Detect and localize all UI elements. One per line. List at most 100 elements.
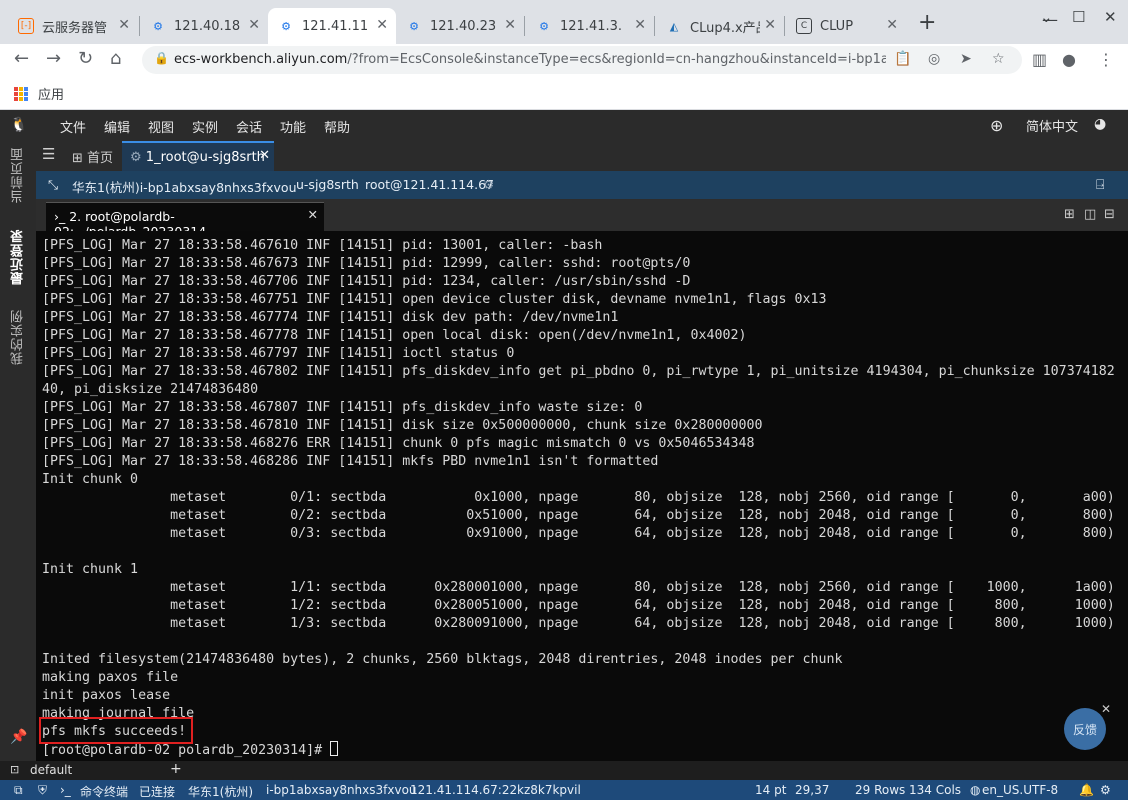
browser-tab-3[interactable]: ⚙ 121.40.23 ✕ xyxy=(396,8,524,44)
expand-icon[interactable]: ⤡ xyxy=(48,177,58,193)
profile-icon[interactable]: ● xyxy=(1062,50,1076,69)
highlight-box xyxy=(39,717,193,744)
terminal-icon: ⚙ xyxy=(281,19,291,33)
close-window-button[interactable]: ✕ xyxy=(1104,8,1117,26)
lock-icon: 🔒 xyxy=(154,51,169,65)
language-selector[interactable]: 简体中文 xyxy=(1026,116,1078,135)
url-host: ecs-workbench.aliyun.com xyxy=(174,52,348,67)
menu-edit[interactable]: 编辑 xyxy=(104,117,130,136)
eye-off-icon[interactable]: ◎ xyxy=(928,51,940,67)
locale[interactable]: en_US.UTF-8 xyxy=(982,783,1058,797)
terminal-line: making journal file xyxy=(42,706,195,721)
split-vertical-icon[interactable]: ◫ xyxy=(1084,207,1096,222)
terminal-icon: ⚙ xyxy=(483,177,495,192)
exit-icon[interactable]: ⍈ xyxy=(1096,177,1104,193)
terminal-line: [PFS_LOG] Mar 27 18:33:58.467802 INF [14… xyxy=(42,364,1115,379)
add-workspace-button[interactable]: + xyxy=(170,761,182,777)
close-icon[interactable]: ✕ xyxy=(504,17,516,33)
browser-tab-6[interactable]: C CLUP ✕ xyxy=(786,8,906,44)
bookmarks-bar: 应用 xyxy=(0,76,1128,110)
terminal-line: [PFS_LOG] Mar 27 18:33:58.467810 INF [14… xyxy=(42,418,763,433)
menu-instance[interactable]: 实例 xyxy=(192,117,218,136)
close-icon[interactable]: ✕ xyxy=(634,17,646,33)
sidebar-item-recent-login[interactable]: 最近登录 xyxy=(9,229,28,285)
close-icon[interactable]: ✕ xyxy=(764,17,776,33)
tab-session[interactable]: ⚙ 1_root@u-sjg8srth ✕ xyxy=(122,141,274,171)
lock-icon[interactable]: ⛨ xyxy=(38,783,47,798)
browser-tab-5[interactable]: ◭ CLup4.x产品 ✕ xyxy=(656,8,784,44)
login-info: root@121.41.114.67 xyxy=(365,177,495,192)
sidebar-item-my-instances[interactable]: 我的实例 xyxy=(9,309,28,365)
split-horizontal-icon[interactable]: ⊟ xyxy=(1104,207,1115,222)
bell-icon[interactable]: 🔔 xyxy=(1079,783,1094,797)
reload-button[interactable]: ↻ xyxy=(78,48,93,69)
terminal-line: Inited filesystem(21474836480 bytes), 2 … xyxy=(42,652,843,667)
pin-icon[interactable]: 📌 xyxy=(10,729,27,745)
window-icon[interactable]: ⧉ xyxy=(14,783,23,798)
browser-tab-title: 121.41.11 xyxy=(302,18,369,34)
clup-icon: ◭ xyxy=(669,19,679,33)
home-button[interactable]: ⌂ xyxy=(110,48,121,69)
close-icon[interactable]: ✕ xyxy=(886,17,898,33)
terminal-tab[interactable]: ›_ 2. root@polardb-02:~/polardb_20230314… xyxy=(46,202,324,239)
browser-tab-2[interactable]: ⚙ 121.41.11 ✕ xyxy=(268,8,396,44)
tab-separator xyxy=(784,16,785,36)
close-icon[interactable]: ✕ xyxy=(1101,702,1111,716)
address-bar[interactable]: 🔒 ecs-workbench.aliyun.com/?from=EcsCons… xyxy=(142,46,1022,74)
maximize-button[interactable]: ☐ xyxy=(1072,8,1085,26)
menu-help[interactable]: 帮助 xyxy=(324,117,350,136)
terminal-icon: ⊡ xyxy=(10,763,20,776)
terminal-line: [PFS_LOG] Mar 27 18:33:58.467706 INF [14… xyxy=(42,274,691,289)
prompt-icon: ›_ xyxy=(60,783,71,797)
browser-tab-0[interactable]: [-] 云服务器管 ✕ xyxy=(8,8,138,44)
settings-icon[interactable]: ⚙ xyxy=(1100,783,1111,797)
workspace-bar: ⊡ default + xyxy=(0,761,1128,780)
close-icon[interactable]: ✕ xyxy=(248,17,260,33)
back-button[interactable]: ← xyxy=(14,48,29,69)
workspace-name[interactable]: default xyxy=(30,763,72,777)
terminal-text: [PFS_LOG] Mar 27 18:33:58.467610 INF [14… xyxy=(42,237,1115,760)
cols-count: 134 Cols xyxy=(909,783,962,797)
minimize-button[interactable]: — xyxy=(1042,10,1058,29)
list-collapse-icon[interactable]: ☰ xyxy=(42,145,55,163)
clup-icon: C xyxy=(796,18,812,34)
send-icon[interactable]: ➤ xyxy=(960,51,972,67)
forward-button[interactable]: → xyxy=(46,48,61,69)
command-terminal-label[interactable]: 命令终端 xyxy=(80,783,128,800)
terminal-line: metaset 1/1: sectbda 0x280001000, npage … xyxy=(42,580,1115,595)
menu-file[interactable]: 文件 xyxy=(60,117,86,136)
add-tab-icon[interactable]: ⊞ xyxy=(1064,207,1075,222)
session-tab-label: 1_root@u-sjg8srth xyxy=(145,150,265,165)
browser-tab-1[interactable]: ⚙ 121.40.18 ✕ xyxy=(140,8,268,44)
sidebar-icon[interactable]: ▥ xyxy=(1032,50,1047,69)
terminal-line: metaset 0/2: sectbda 0x51000, npage 64, … xyxy=(42,508,1115,523)
tab-home[interactable]: ⊞ 首页 xyxy=(72,147,113,166)
terminal-line: metaset 1/3: sectbda 0x280091000, npage … xyxy=(42,616,1115,631)
add-circle-icon[interactable]: ⊕ xyxy=(990,116,1003,135)
terminal-output[interactable]: [PFS_LOG] Mar 27 18:33:58.467610 INF [14… xyxy=(36,231,1128,761)
browser-tab-title: CLup4.x产品 xyxy=(690,20,760,36)
new-tab-button[interactable]: + xyxy=(918,10,936,35)
close-icon[interactable]: ✕ xyxy=(308,207,318,222)
home-tab-label: 首页 xyxy=(87,151,114,166)
tab-separator xyxy=(654,16,655,36)
terminal-icon: ⚙ xyxy=(153,19,163,33)
close-icon[interactable]: ✕ xyxy=(118,17,130,33)
menu-view[interactable]: 视图 xyxy=(148,117,174,136)
more-menu-icon[interactable]: ⋮ xyxy=(1098,50,1114,69)
clipboard-icon[interactable]: 📋 xyxy=(894,51,911,67)
close-icon[interactable]: ✕ xyxy=(259,148,270,163)
user-avatar[interactable]: ◕ xyxy=(1094,116,1106,132)
menu-session[interactable]: 会话 xyxy=(236,117,262,136)
url-text: ecs-workbench.aliyun.com/?from=EcsConsol… xyxy=(174,52,886,67)
prompt-icon: ›_ xyxy=(54,209,70,224)
close-icon[interactable]: ✕ xyxy=(376,17,388,33)
feedback-button[interactable]: 反馈 xyxy=(1064,708,1106,750)
star-icon[interactable]: ☆ xyxy=(992,51,1005,67)
font-size[interactable]: 14 pt xyxy=(755,783,786,797)
sidebar-item-current-page[interactable]: 当前页面 xyxy=(9,147,28,203)
menu-function[interactable]: 功能 xyxy=(280,117,306,136)
browser-tab-4[interactable]: ⚙ 121.41.3. ✕ xyxy=(526,8,654,44)
status-region: 华东1(杭州) xyxy=(188,785,253,799)
apps-shortcut[interactable]: 应用 xyxy=(14,84,64,103)
